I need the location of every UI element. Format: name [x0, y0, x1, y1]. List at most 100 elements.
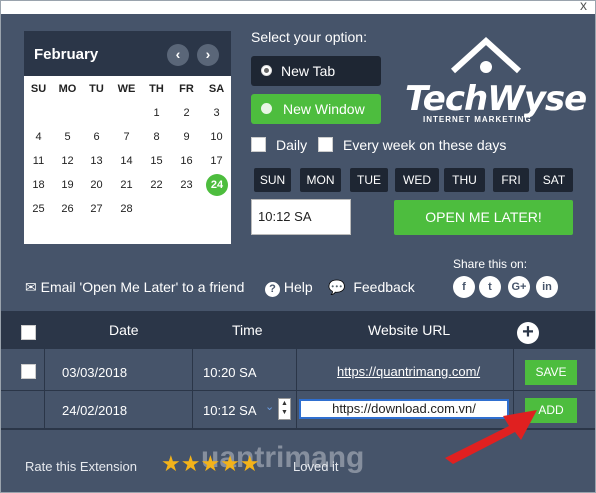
daily-label: Daily — [276, 137, 308, 153]
weekday-header: TH — [149, 83, 164, 95]
select-all-checkbox[interactable] — [21, 325, 36, 340]
calendar-day[interactable]: 26 — [53, 199, 82, 219]
time-column-header: Time — [232, 322, 263, 338]
row-time: 10:12 SA — [203, 403, 257, 418]
row-time: 10:20 SA — [203, 365, 257, 380]
calendar-day[interactable]: 12 — [53, 151, 82, 171]
new-window-radio[interactable] — [261, 103, 272, 114]
loved-it-label: Loved it — [293, 459, 339, 474]
new-tab-radio[interactable] — [261, 65, 272, 76]
every-week-checkbox[interactable] — [318, 137, 333, 152]
column-divider — [296, 349, 297, 429]
calendar-day[interactable]: 18 — [24, 175, 53, 195]
calendar-day[interactable]: 2 — [172, 103, 201, 123]
row-checkbox[interactable] — [21, 364, 36, 379]
question-icon: ? — [265, 282, 280, 297]
twitter-icon[interactable]: t — [479, 276, 501, 298]
day-button-tue[interactable]: TUE — [350, 168, 388, 192]
calendar-day[interactable]: 10 — [202, 127, 231, 147]
save-button[interactable]: SAVE — [525, 360, 577, 385]
daily-checkbox[interactable] — [251, 137, 266, 152]
email-friend-link[interactable]: ✉ Email 'Open Me Later' to a friend — [25, 279, 244, 296]
feedback-link[interactable]: 💬 Feedback — [328, 279, 415, 296]
calendar-day[interactable]: 7 — [112, 127, 141, 147]
weekday-header: SA — [208, 83, 225, 95]
calendar-day[interactable]: 13 — [82, 151, 111, 171]
calendar-day-selected[interactable]: 24 — [206, 174, 228, 196]
select-option-label: Select your option: — [251, 29, 367, 45]
row-date: 03/03/2018 — [62, 365, 128, 380]
calendar-day[interactable]: 17 — [202, 151, 231, 171]
rate-extension-label: Rate this Extension — [25, 459, 138, 474]
calendar-day[interactable]: 27 — [82, 199, 111, 219]
calendar-day[interactable]: 11 — [24, 151, 53, 171]
close-icon[interactable]: x — [580, 1, 587, 12]
calendar-day[interactable]: 14 — [112, 151, 141, 171]
help-link[interactable]: ? Help — [265, 279, 313, 297]
day-button-mon[interactable]: MON — [300, 168, 341, 192]
calendar-day[interactable]: 4 — [24, 127, 53, 147]
day-button-sun[interactable]: SUN — [254, 168, 291, 192]
row-divider — [1, 390, 595, 391]
day-button-wed[interactable]: WED — [395, 168, 439, 192]
calendar-day[interactable]: 16 — [172, 151, 201, 171]
logo-tagline: INTERNET MARKETING — [423, 115, 532, 124]
column-divider — [192, 349, 193, 429]
new-window-label: New Window — [283, 101, 365, 117]
share-label: Share this on: — [453, 257, 528, 271]
calendar-day[interactable]: 20 — [82, 175, 111, 195]
row-date: 24/02/2018 — [62, 403, 128, 418]
calendar-day[interactable]: 6 — [82, 127, 111, 147]
open-me-later-button[interactable]: OPEN ME LATER! — [394, 200, 573, 235]
calendar-day[interactable]: 21 — [112, 175, 141, 195]
day-button-thu[interactable]: THU — [444, 168, 485, 192]
new-tab-label: New Tab — [281, 63, 336, 79]
column-divider — [44, 349, 45, 429]
rating-stars[interactable]: ★★★★★ — [161, 451, 260, 477]
envelope-icon: ✉ — [25, 279, 37, 295]
calendar-day[interactable]: 1 — [142, 103, 171, 123]
chat-bubbles-icon: 💬 — [328, 279, 346, 295]
help-label: Help — [283, 279, 313, 295]
techwyse-logo: TechWyse INTERNET MARKETING — [401, 35, 587, 127]
day-button-sat[interactable]: SAT — [535, 168, 573, 192]
date-column-header: Date — [109, 322, 139, 338]
calendar-day[interactable]: 19 — [53, 175, 82, 195]
calendar-day[interactable]: 15 — [142, 151, 171, 171]
calendar-day[interactable]: 3 — [202, 103, 231, 123]
calendar-day[interactable]: 5 — [53, 127, 82, 147]
calendar-day[interactable]: 22 — [142, 175, 171, 195]
weekday-header: FR — [179, 83, 194, 95]
popup-top-bar: x — [1, 1, 595, 14]
calendar-day[interactable]: 28 — [112, 199, 141, 219]
calendar-header: February ‹ › — [24, 31, 231, 76]
next-month-button[interactable]: › — [197, 44, 219, 66]
linkedin-icon[interactable]: in — [536, 276, 558, 298]
weekday-header: MO — [58, 83, 77, 95]
add-row-icon[interactable]: + — [517, 322, 539, 344]
table-row: 03/03/2018 10:20 SA https://quantrimang.… — [1, 353, 595, 391]
extension-popup: x February ‹ › SU MO TU WE TH FR SA 1 2 3 4 5 6 7 8 9 10… — [0, 0, 596, 493]
url-column-header: Website URL — [368, 322, 451, 338]
calendar-day[interactable]: 8 — [142, 127, 171, 147]
prev-month-button[interactable]: ‹ — [167, 44, 189, 66]
time-input[interactable]: 10:12 SA — [251, 199, 351, 235]
calendar-month: February — [34, 46, 99, 63]
weekday-header: WE — [117, 83, 136, 95]
red-arrow-annotation — [445, 410, 537, 464]
time-spinner[interactable]: ▲ ▼ — [278, 398, 291, 420]
weekday-header: TU — [89, 83, 104, 95]
new-window-option[interactable]: New Window — [251, 94, 381, 124]
time-dropdown-icon[interactable]: ⌄ — [265, 400, 274, 413]
facebook-icon[interactable]: f — [453, 276, 475, 298]
email-friend-label: Email 'Open Me Later' to a friend — [40, 279, 245, 295]
row-url[interactable]: https://quantrimang.com/ — [337, 364, 480, 379]
day-button-fri[interactable]: FRI — [493, 168, 529, 192]
calendar-day[interactable]: 23 — [172, 175, 201, 195]
google-plus-icon[interactable]: G+ — [508, 276, 530, 298]
calendar-day[interactable]: 9 — [172, 127, 201, 147]
calendar-day[interactable]: 25 — [24, 199, 53, 219]
new-tab-option[interactable]: New Tab — [251, 56, 381, 86]
table-header: Date Time Website URL — [1, 311, 595, 349]
every-week-label: Every week on these days — [343, 137, 507, 153]
